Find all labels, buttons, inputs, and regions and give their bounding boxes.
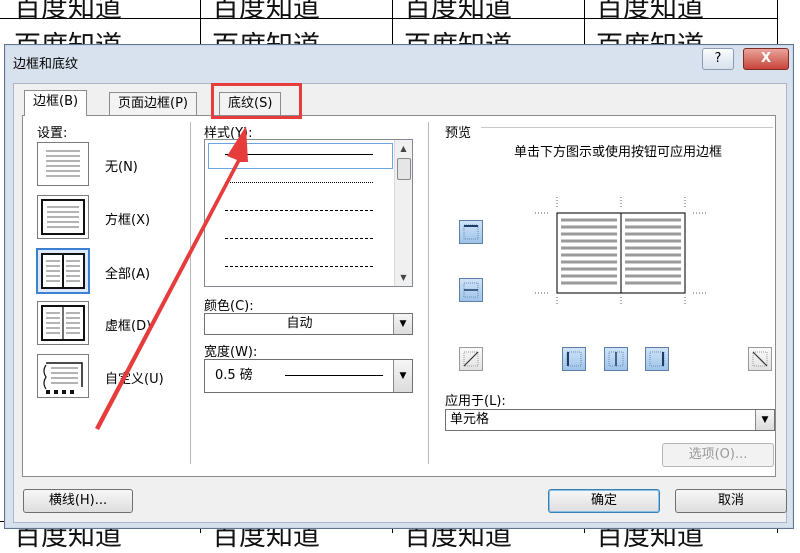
left-border-button[interactable]: [562, 347, 586, 371]
style-item-long-dash[interactable]: [225, 238, 373, 239]
width-value: 0.5 磅: [215, 368, 253, 383]
preset-grid[interactable]: [37, 301, 89, 345]
apply-to-select[interactable]: 单元格 ▼: [445, 409, 775, 431]
preset-box-label[interactable]: 方框(X): [105, 209, 150, 228]
settings-heading: 设置:: [37, 126, 68, 141]
table-cell: 百度知道: [404, 0, 512, 24]
diagonal-down-button[interactable]: [748, 347, 772, 371]
style-list[interactable]: ▲ ▼: [204, 139, 413, 287]
borders-panel: 设置: 无(N) 方框(X) 全部(A) 虚框(D) 自定义(U) 样式(Y):…: [22, 115, 776, 477]
title-bar[interactable]: 边框和底纹 ? X: [5, 45, 793, 75]
tab-borders[interactable]: 边框(B): [24, 90, 88, 116]
top-border-button[interactable]: [459, 220, 483, 244]
diagonal-down-icon: [752, 351, 768, 367]
shading-tab-highlight: [211, 83, 302, 119]
style-item-dash-dot[interactable]: [225, 266, 373, 267]
inside-horizontal-button[interactable]: [459, 278, 483, 302]
width-label: 宽度(W):: [204, 345, 258, 360]
preview-table-icon[interactable]: [535, 197, 707, 305]
style-scrollbar[interactable]: ▲ ▼: [394, 140, 412, 286]
preset-grid-icon: [41, 305, 85, 341]
close-button[interactable]: X: [743, 48, 789, 70]
style-item-selected[interactable]: [208, 143, 393, 169]
top-border-icon: [463, 224, 479, 240]
preset-box-icon: [41, 199, 85, 235]
inside-vertical-button[interactable]: [604, 347, 628, 371]
diagonal-up-icon: [463, 351, 479, 367]
color-value: 自动: [286, 316, 313, 331]
right-border-icon: [649, 351, 665, 367]
column-separator: [190, 122, 191, 464]
scroll-down-icon[interactable]: ▼: [395, 269, 412, 286]
preset-all-label[interactable]: 全部(A): [105, 263, 150, 282]
table-cell: 百度知道: [596, 0, 704, 24]
options-button[interactable]: 选项(O)...: [662, 443, 774, 467]
preview-heading: 预览: [445, 126, 472, 141]
cancel-button[interactable]: 取消: [675, 489, 787, 513]
style-item-dotted[interactable]: [225, 182, 373, 183]
preset-none-icon: [46, 150, 80, 177]
preset-box[interactable]: [37, 195, 89, 239]
right-border-button[interactable]: [645, 347, 669, 371]
preset-all-icon: [41, 253, 85, 289]
preset-all[interactable]: [36, 248, 90, 294]
preview-divider: [481, 127, 773, 128]
diagonal-up-button[interactable]: [459, 347, 483, 371]
preset-custom-label[interactable]: 自定义(U): [105, 368, 164, 387]
inside-vertical-icon: [608, 351, 624, 367]
width-preview-line: [285, 375, 383, 376]
preset-none-label[interactable]: 无(N): [105, 156, 138, 175]
horizontal-line-button[interactable]: 横线(H)...: [23, 489, 133, 513]
column-separator: [428, 122, 429, 464]
left-border-icon: [566, 351, 582, 367]
scroll-up-icon[interactable]: ▲: [395, 140, 412, 157]
apply-to-label: 应用于(L):: [445, 394, 506, 409]
style-item-dashed[interactable]: [225, 210, 373, 211]
preset-custom[interactable]: [37, 354, 89, 398]
help-button[interactable]: ?: [702, 48, 734, 70]
dialog-client: 边框(B) 页面边框(P) 底纹(S) 设置: 无(N) 方框(X) 全部(A)…: [13, 83, 787, 523]
preset-none[interactable]: [37, 142, 89, 186]
color-select[interactable]: 自动 ▼: [204, 313, 413, 335]
width-select[interactable]: 0.5 磅 ▼: [204, 359, 413, 393]
scroll-thumb[interactable]: [397, 158, 411, 180]
chevron-down-icon[interactable]: ▼: [755, 410, 774, 430]
chevron-down-icon[interactable]: ▼: [393, 360, 412, 392]
preview-hint: 单击下方图示或使用按钮可应用边框: [513, 145, 722, 160]
preset-grid-label[interactable]: 虚框(D): [105, 315, 151, 334]
table-cell: 百度知道: [212, 0, 320, 24]
table-cell: 百度知道: [14, 0, 122, 24]
color-label: 颜色(C):: [204, 299, 254, 314]
apply-to-value: 单元格: [450, 412, 490, 427]
ok-button[interactable]: 确定: [548, 489, 660, 513]
style-item-solid[interactable]: [225, 154, 373, 155]
borders-shading-dialog: 边框和底纹 ? X 边框(B) 页面边框(P) 底纹(S) 设置: 无(N) 方…: [4, 44, 794, 529]
chevron-down-icon[interactable]: ▼: [393, 314, 412, 334]
tab-page-border[interactable]: 页面边框(P): [109, 92, 197, 115]
preset-custom-icon: [43, 362, 83, 394]
inside-horizontal-icon: [463, 282, 479, 298]
dialog-title: 边框和底纹: [13, 57, 79, 72]
